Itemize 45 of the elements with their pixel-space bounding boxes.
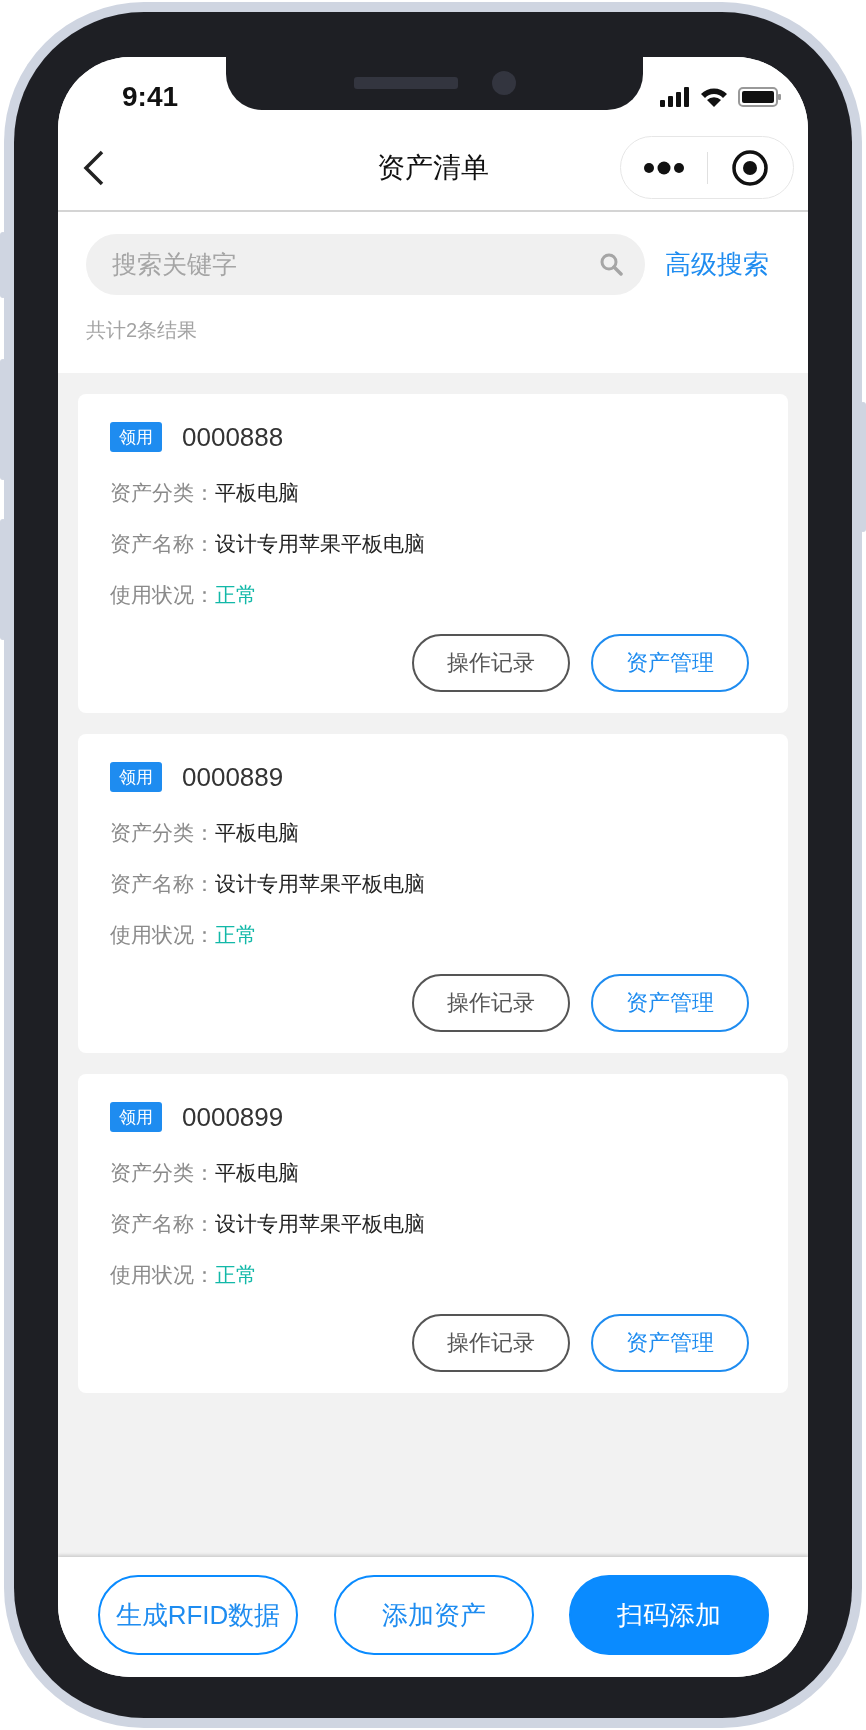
bottom-action-button[interactable]: 生成RFID数据 xyxy=(98,1575,298,1655)
usage-tag: 领用 xyxy=(110,762,162,792)
signal-icon xyxy=(660,87,690,107)
close-target-icon[interactable] xyxy=(731,148,770,187)
wifi-icon xyxy=(700,87,728,107)
battery-icon xyxy=(738,87,782,107)
field-value: 正常 xyxy=(215,581,257,608)
card-action-button[interactable]: 操作记录 xyxy=(412,634,570,692)
card-action-button[interactable]: 资产管理 xyxy=(591,1314,749,1372)
asset-number: 0000899 xyxy=(182,1101,284,1133)
bottom-action-button[interactable]: 添加资产 xyxy=(333,1575,534,1655)
field-value: 平板电脑 xyxy=(215,819,299,846)
field-value: 平板电脑 xyxy=(215,479,299,506)
asset-number: 0000888 xyxy=(182,421,284,453)
field-label: 资产分类： xyxy=(110,819,215,846)
field-value: 正常 xyxy=(215,921,257,948)
usage-tag: 领用 xyxy=(110,422,162,452)
search-icon xyxy=(599,252,623,276)
bottom-action-button[interactable]: 扫码添加 xyxy=(569,1575,769,1655)
field-value: 设计专用苹果平板电脑 xyxy=(215,1210,425,1237)
advanced-search-link[interactable]: 高级搜索 xyxy=(665,247,769,282)
field-label: 使用状况： xyxy=(110,581,215,608)
more-icon[interactable] xyxy=(642,160,685,175)
field-value: 平板电脑 xyxy=(215,1159,299,1186)
field-label: 资产名称： xyxy=(110,870,215,897)
field-label: 使用状况： xyxy=(110,1261,215,1288)
card-action-button[interactable]: 操作记录 xyxy=(412,1314,570,1372)
result-count: 共计2条结果 xyxy=(86,318,199,343)
field-value: 设计专用苹果平板电脑 xyxy=(215,530,425,557)
card-action-button[interactable]: 操作记录 xyxy=(412,974,570,1032)
field-label: 资产名称： xyxy=(110,530,215,557)
status-time: 9:41 xyxy=(122,81,179,113)
back-icon[interactable] xyxy=(82,148,106,187)
field-value: 设计专用苹果平板电脑 xyxy=(215,870,425,897)
field-label: 资产名称： xyxy=(110,1210,215,1237)
field-label: 资产分类： xyxy=(110,479,215,506)
usage-tag: 领用 xyxy=(110,1102,162,1132)
card-action-button[interactable]: 资产管理 xyxy=(591,974,749,1032)
page-title: 资产清单 xyxy=(377,150,489,185)
field-value: 正常 xyxy=(215,1261,257,1288)
field-label: 使用状况： xyxy=(110,921,215,948)
card-action-button[interactable]: 资产管理 xyxy=(591,634,749,692)
field-label: 资产分类： xyxy=(110,1159,215,1186)
search-field[interactable]: 搜索关键字 xyxy=(86,234,645,295)
asset-number: 0000889 xyxy=(182,761,284,793)
